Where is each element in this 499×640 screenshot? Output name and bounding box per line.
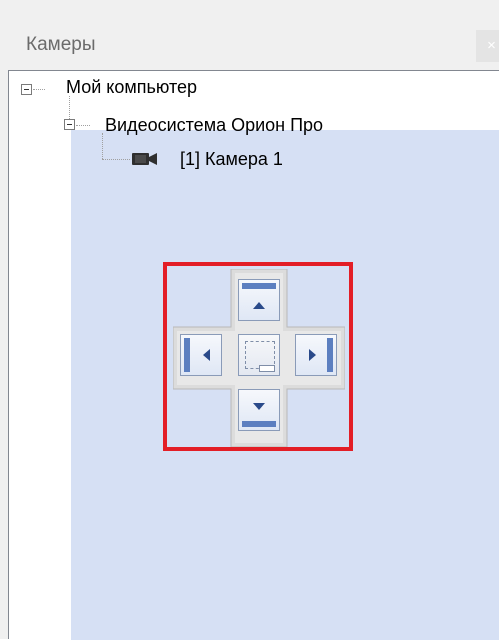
tree-node-video-system[interactable]: Видеосистема Орион Про	[105, 115, 323, 136]
dock-right-button[interactable]	[295, 334, 337, 376]
tree-node-label: Видеосистема Орион Про	[105, 115, 324, 135]
expander-collapse-icon[interactable]	[21, 84, 32, 95]
tree-connector	[102, 159, 130, 160]
dock-left-button[interactable]	[180, 334, 222, 376]
tree-connector	[76, 125, 90, 126]
arrow-left-icon	[203, 349, 210, 361]
panel-title: Камеры	[26, 34, 96, 55]
cameras-panel: Камеры × Мой компьютер Видеосистема Орио…	[0, 0, 499, 640]
arrow-right-icon	[309, 349, 316, 361]
tree-connector	[69, 96, 70, 119]
close-icon: ×	[487, 37, 496, 54]
arrow-up-icon	[253, 302, 265, 309]
tree-connector	[33, 89, 45, 90]
camera-icon	[132, 153, 157, 165]
tree-node-my-computer[interactable]: Мой компьютер	[66, 77, 197, 98]
tree-node-camera-1[interactable]: [1] Камера 1	[180, 149, 283, 170]
tree-connector	[102, 133, 103, 159]
dock-center-button[interactable]	[238, 334, 280, 376]
arrow-down-icon	[253, 403, 265, 410]
tree-node-label: [1] Камера 1	[180, 149, 283, 169]
dock-top-button[interactable]	[238, 279, 280, 321]
panel-titlebar: Камеры ×	[8, 8, 499, 70]
camera-tree[interactable]: Мой компьютер Видеосистема Орион Про [1]…	[8, 70, 499, 640]
tree-node-label: Мой компьютер	[66, 77, 198, 97]
close-button[interactable]: ×	[476, 30, 499, 62]
dock-bottom-button[interactable]	[238, 389, 280, 431]
expander-collapse-icon[interactable]	[64, 119, 75, 130]
